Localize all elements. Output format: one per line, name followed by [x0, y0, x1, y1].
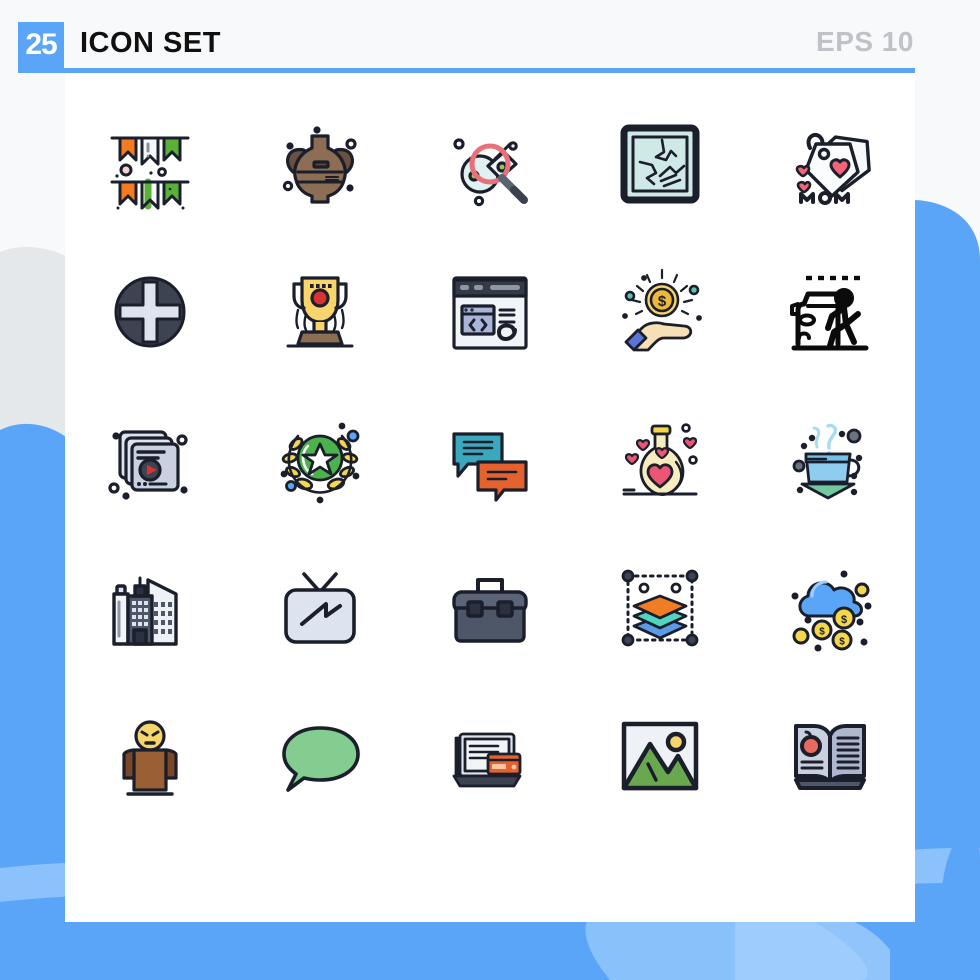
laptop-card-payment-icon	[452, 732, 522, 788]
icon-cell-tea-cup[interactable]	[745, 386, 915, 534]
speech-bubble-icon	[282, 726, 360, 792]
open-book-apple-icon	[794, 724, 866, 790]
page-header: 25 ICON SET EPS 10	[0, 0, 980, 73]
search-flag-icon	[453, 138, 528, 207]
chat-bubbles-icon	[452, 432, 528, 502]
icon-cell-image-photo[interactable]	[575, 682, 745, 830]
icon-cell-toolbox[interactable]	[405, 534, 575, 682]
eps-version-label: EPS 10	[816, 26, 914, 57]
page-title: ICON SET	[80, 27, 221, 59]
icon-cell-love-potion-flask[interactable]	[575, 386, 745, 534]
screw-head-icon	[114, 276, 186, 348]
svg-text:$: $	[839, 637, 845, 648]
image-photo-icon	[621, 721, 699, 791]
clay-vase-icon	[282, 126, 357, 204]
icon-cell-cloud-money[interactable]: $ $ $	[745, 534, 915, 682]
icon-cell-search-flag[interactable]	[405, 90, 575, 238]
icon-cell-broken-window[interactable]	[575, 90, 745, 238]
icon-grid: $ $ $ $	[65, 90, 915, 830]
icon-cell-open-book-apple[interactable]	[745, 682, 915, 830]
cloud-money-icon: $ $ $	[791, 570, 872, 652]
code-browser-icon	[452, 276, 528, 350]
city-buildings-icon	[112, 576, 178, 646]
icon-cell-chat-bubbles[interactable]	[405, 386, 575, 534]
laurel-star-badge-icon	[280, 422, 360, 504]
layers-icon	[621, 569, 699, 647]
icon-count-badge: 25	[18, 22, 64, 68]
svg-text:$: $	[658, 293, 667, 310]
pedestrian-crossing-icon	[790, 275, 869, 351]
icon-cell-hand-coin[interactable]: $	[575, 238, 745, 386]
television-icon	[284, 572, 356, 644]
sad-person-icon	[122, 720, 178, 796]
icon-cell-city-buildings[interactable]	[65, 534, 235, 682]
icon-cell-laurel-star-badge[interactable]	[235, 386, 405, 534]
video-gallery-icon	[108, 430, 188, 500]
icon-cell-trophy[interactable]	[235, 238, 405, 386]
mom-gift-tags-icon	[795, 132, 871, 205]
icon-cell-video-gallery[interactable]	[65, 386, 235, 534]
toolbox-icon	[452, 578, 528, 643]
icon-cell-laptop-card-payment[interactable]	[405, 682, 575, 830]
svg-text:$: $	[841, 614, 847, 626]
header-divider	[18, 68, 915, 73]
icon-cell-pedestrian-crossing[interactable]	[745, 238, 915, 386]
icon-cell-clay-vase[interactable]	[235, 90, 405, 238]
icon-cell-code-browser[interactable]	[405, 238, 575, 386]
icon-cell-bunting-flags[interactable]	[65, 90, 235, 238]
love-potion-flask-icon	[622, 423, 698, 496]
bunting-flags-icon	[110, 136, 190, 210]
icon-cell-screw-head[interactable]	[65, 238, 235, 386]
icon-set-page: 25 ICON SET EPS 10 $ $ $ $	[0, 0, 980, 980]
icon-cell-mom-gift-tags[interactable]	[745, 90, 915, 238]
tea-cup-icon	[792, 423, 863, 500]
svg-text:$: $	[819, 627, 825, 638]
icon-cell-speech-bubble[interactable]	[235, 682, 405, 830]
broken-window-icon	[620, 124, 700, 204]
hand-coin-icon: $	[622, 268, 702, 352]
icon-cell-sad-person[interactable]	[65, 682, 235, 830]
trophy-icon	[286, 276, 354, 348]
icon-cell-television[interactable]	[235, 534, 405, 682]
icon-cell-layers[interactable]	[575, 534, 745, 682]
